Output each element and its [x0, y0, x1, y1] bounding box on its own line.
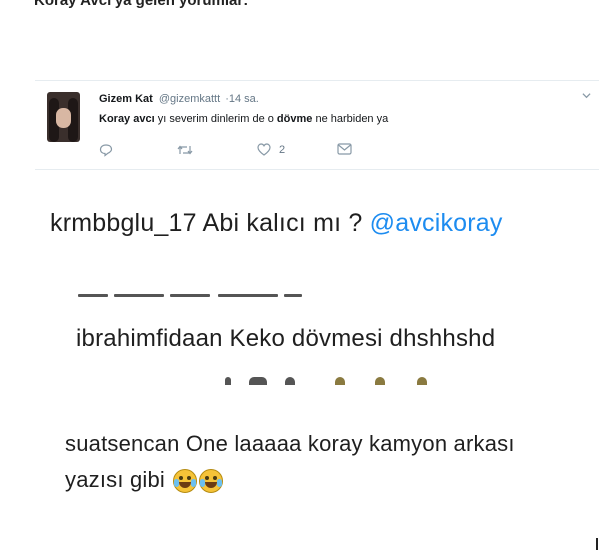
tweet-text: Koray avcı yı severim dinlerim de o dövm… [99, 113, 388, 125]
comment-suatsencan-line2: yazısı gibi [65, 467, 224, 494]
comment-text: yazısı gibi [65, 467, 166, 492]
crying-laughing-emoji-icon [199, 469, 224, 494]
page-title: Koray Avcı'ya gelen yorumlar: [34, 0, 249, 9]
retweet-button[interactable] [177, 143, 193, 157]
author-handle[interactable]: @gizemkattt [159, 93, 220, 105]
comment-suatsencan: suatsencan One laaaaa koray kamyon arkas… [65, 431, 515, 456]
avatar[interactable] [47, 92, 80, 142]
tweet-text-part: ne harbiden ya [312, 113, 389, 125]
tweet-header: Gizem Kat @gizemkattt ·14 sa. [99, 93, 259, 105]
message-button[interactable] [337, 143, 352, 155]
tweet-text-part: yı severim dinlerim de o [154, 113, 277, 125]
comment-mention: @avcikoray [369, 209, 503, 237]
cut-off-text [78, 286, 308, 300]
cut-off-text [225, 373, 455, 385]
retweet-icon [177, 145, 193, 155]
author-name[interactable]: Gizem Kat [99, 93, 153, 105]
crying-laughing-emoji-icon [173, 469, 198, 494]
message-icon [337, 143, 352, 155]
tweet-bold-word: dövme [276, 113, 313, 125]
comment-ibrahimfidaan: ibrahimfidaan Keko dövmesi dhshhshd [76, 325, 496, 352]
like-icon [257, 143, 271, 156]
edge-mark [596, 538, 598, 550]
like-count: 2 [279, 143, 286, 156]
tweet-timestamp[interactable]: ·14 sa. [225, 93, 259, 105]
tweet-card[interactable]: Gizem Kat @gizemkattt ·14 sa. Koray avcı… [35, 80, 599, 170]
like-button[interactable]: 2 [257, 143, 285, 156]
reply-icon [99, 144, 113, 157]
tweet-actions: 2 [99, 143, 399, 159]
reply-button[interactable] [99, 143, 113, 157]
comment-text: krmbbglu_17 Abi kalıcı mı ? [50, 209, 370, 237]
comment-krmbbglu: krmbbglu_17 Abi kalıcı mı ? @avcikoray [50, 209, 503, 238]
chevron-down-icon[interactable] [582, 91, 591, 100]
tweet-mention: Koray avcı [99, 113, 155, 125]
